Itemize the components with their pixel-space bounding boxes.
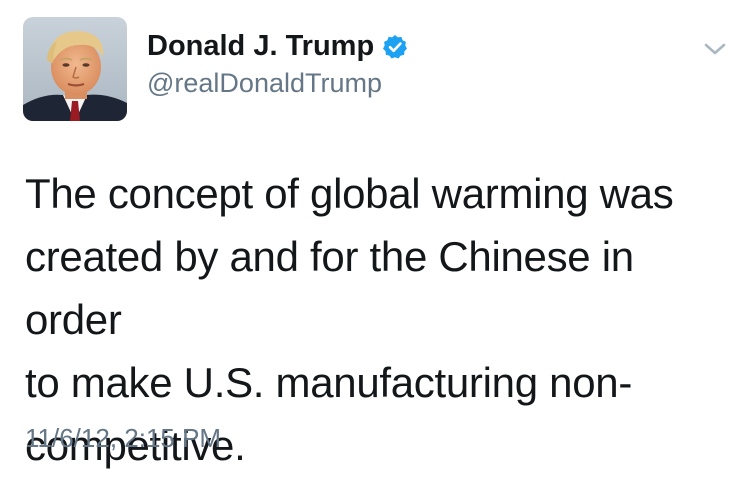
- avatar[interactable]: [23, 17, 127, 121]
- verified-badge-icon: [382, 33, 408, 59]
- profile-photo-icon: [23, 17, 127, 121]
- author-display-name[interactable]: Donald J. Trump: [147, 28, 374, 64]
- display-name-row[interactable]: Donald J. Trump: [147, 28, 408, 64]
- chevron-down-icon: [704, 43, 726, 55]
- tweet-card: Donald J. Trump @realDonaldTrump The con…: [0, 0, 750, 472]
- tweet-timestamp[interactable]: 11/6/12, 2:15 PM: [25, 421, 221, 455]
- tweet-menu-button[interactable]: [701, 39, 729, 59]
- author-handle[interactable]: @realDonaldTrump: [147, 66, 382, 100]
